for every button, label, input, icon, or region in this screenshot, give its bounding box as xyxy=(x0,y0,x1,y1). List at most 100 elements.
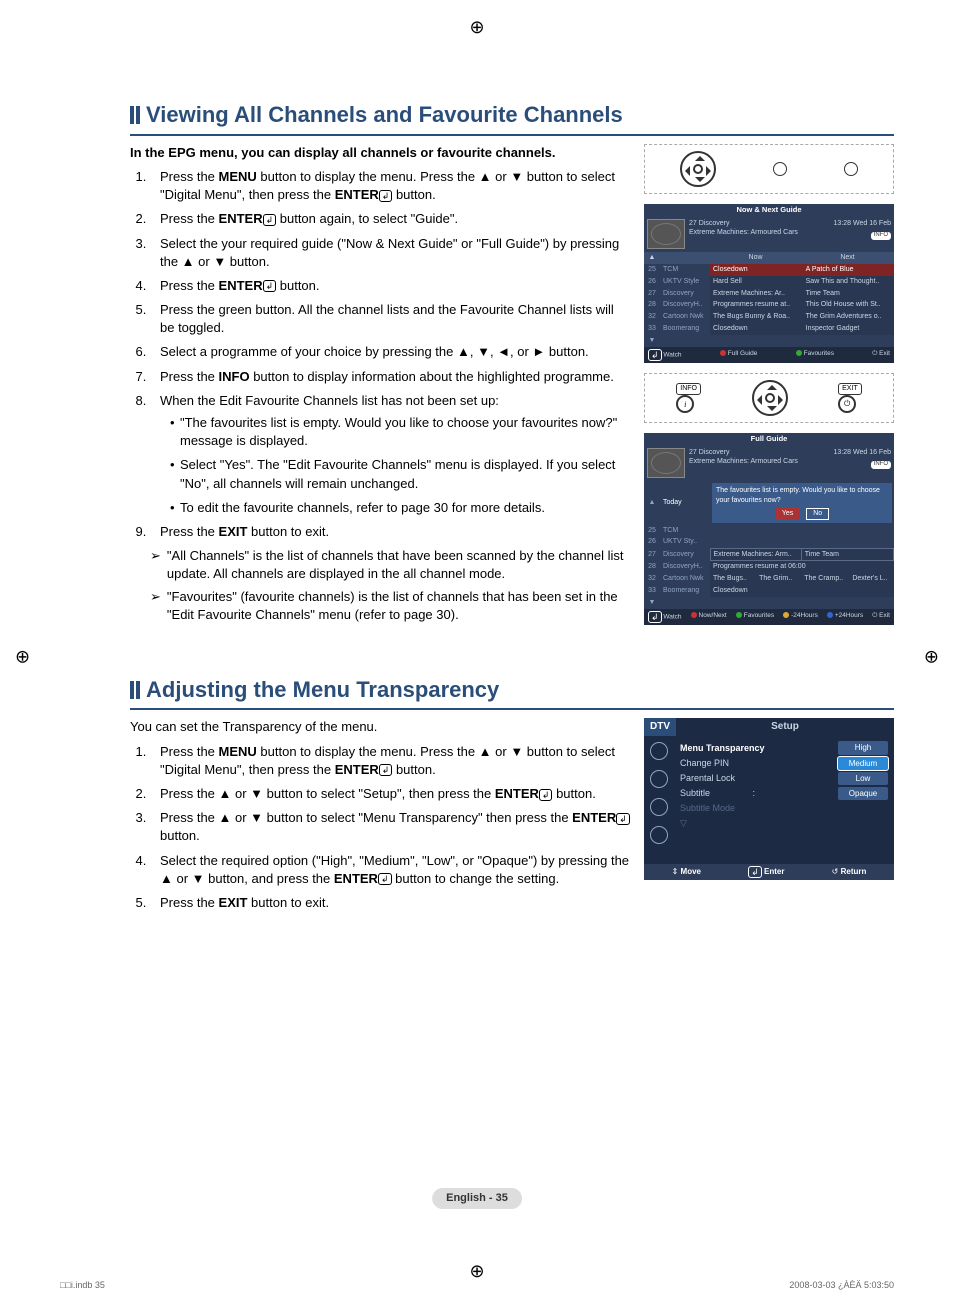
setup-item-change-pin[interactable]: Change PIN Medium xyxy=(680,756,888,771)
footer-left: □□i.indb 35 xyxy=(60,1279,105,1292)
setup-category-icon xyxy=(650,826,668,844)
remote-diagram-1 xyxy=(644,144,894,194)
note-arrow-icon: ➢ xyxy=(150,547,161,583)
exit-icon: ⏻ xyxy=(838,395,856,413)
epg1-row[interactable]: 28DiscoveryH..Programmes resume at..This… xyxy=(644,299,894,311)
remote-button-icon xyxy=(844,162,858,176)
note-arrow-icon: ➢ xyxy=(150,588,161,624)
registration-mark-right: ⊕ xyxy=(924,644,939,669)
option-low[interactable]: Low xyxy=(838,772,888,785)
epg2-programme: Extreme Machines: Armoured Cars xyxy=(689,457,798,466)
step-9: Press the EXIT button to exit. xyxy=(150,523,630,541)
step-5: Press the green button. All the channel … xyxy=(150,301,630,337)
note-1: ➢ "All Channels" is the list of channels… xyxy=(150,547,630,583)
registration-mark-top: ⊕ xyxy=(469,15,484,40)
s2-step-3: Press the ▲ or ▼ button to select "Menu … xyxy=(150,809,630,845)
setup-item-parental-lock[interactable]: Parental Lock Low xyxy=(680,771,888,786)
enter-icon: ↲ xyxy=(616,813,630,825)
epg2-footer: ↲ Watch Now/Next Favourites -24Hours +24… xyxy=(644,609,894,625)
step-8-bullet-1: "The favourites list is empty. Would you… xyxy=(170,414,630,450)
info-badge: INFO xyxy=(871,461,891,469)
epg-thumbnail xyxy=(647,448,685,478)
remote-diagram-2: INFO i EXIT ⏻ xyxy=(644,373,894,423)
step-7: Press the INFO button to display informa… xyxy=(150,368,630,386)
setup-category-icon xyxy=(650,798,668,816)
epg1-footer: ↲ Watch Full Guide Favourites ⏻ Exit xyxy=(644,347,894,363)
epg1-row[interactable]: 33BoomerangClosedownInspector Gadget xyxy=(644,323,894,335)
no-button[interactable]: No xyxy=(806,508,829,520)
epg1-row[interactable]: 25TCMClosedownA Patch of Blue xyxy=(644,264,894,276)
epg2-row[interactable]: 28DiscoveryH..Programmes resume at 06:00 xyxy=(644,561,894,573)
epg2-time: 13:28 Wed 16 Feb xyxy=(834,448,891,457)
section2-title: Adjusting the Menu Transparency xyxy=(146,675,499,706)
epg2-row[interactable]: 25TCM xyxy=(644,525,894,537)
epg1-row[interactable]: 27DiscoveryExtreme Machines: Ar..Time Te… xyxy=(644,288,894,300)
epg2-channel: 27 Discovery xyxy=(689,448,798,457)
option-opaque[interactable]: Opaque xyxy=(838,787,888,800)
step-1: Press the MENU button to display the men… xyxy=(150,168,630,204)
enter-icon: ↲ xyxy=(379,190,393,202)
s2-step-4: Select the required option ("High", "Med… xyxy=(150,852,630,888)
epg1-programme: Extreme Machines: Armoured Cars xyxy=(689,228,798,237)
dtv-badge: DTV xyxy=(644,718,676,736)
enter-icon: ↲ xyxy=(379,764,393,776)
section1-title: Viewing All Channels and Favourite Chann… xyxy=(146,100,623,131)
step-6: Select a programme of your choice by pre… xyxy=(150,343,630,361)
remote-button-icon xyxy=(773,162,787,176)
epg1-title: Now & Next Guide xyxy=(644,204,894,217)
note-2: ➢ "Favourites" (favourite channels) is t… xyxy=(150,588,630,624)
option-high[interactable]: High xyxy=(838,741,888,754)
epg1-row[interactable]: 26UKTV StyleHard SellSaw This and Though… xyxy=(644,276,894,288)
section-decoration-bars xyxy=(130,106,140,124)
setup-item-transparency[interactable]: Menu Transparency High xyxy=(680,740,888,755)
setup-item-subtitle[interactable]: Subtitle : Opaque xyxy=(680,786,888,801)
section1-title-bar: Viewing All Channels and Favourite Chann… xyxy=(130,100,894,136)
s2-step-2: Press the ▲ or ▼ button to select "Setup… xyxy=(150,785,630,803)
enter-icon: ↲ xyxy=(263,214,277,226)
setup-category-icon xyxy=(650,742,668,760)
section2-title-bar: Adjusting the Menu Transparency xyxy=(130,675,894,711)
epg2-table: ▲ Today The favourites list is empty. Wo… xyxy=(644,481,894,524)
epg2-title: Full Guide xyxy=(644,433,894,446)
setup-category-icon xyxy=(650,770,668,788)
setup-title: Setup xyxy=(676,718,894,736)
epg1-time: 13:28 Wed 16 Feb xyxy=(834,219,891,228)
section2-intro: You can set the Transparency of the menu… xyxy=(130,718,630,736)
favourites-confirm-dialog: The favourites list is empty. Would you … xyxy=(712,483,892,522)
s2-step-5: Press the EXIT button to exit. xyxy=(150,894,630,912)
epg1-row[interactable]: 32Cartoon NwkThe Bugs Bunny & Roa..The G… xyxy=(644,311,894,323)
epg2-row[interactable]: 33BoomerangClosedown xyxy=(644,585,894,597)
step-8: When the Edit Favourite Channels list ha… xyxy=(150,392,630,517)
epg1-table: ▲NowNext xyxy=(644,252,894,264)
page-number: English - 35 xyxy=(432,1188,522,1209)
footer-right: 2008-03-03 ¿ÀÈÄ 5:03:50 xyxy=(789,1279,894,1292)
dpad-icon xyxy=(680,151,716,187)
setup-nav-down-arrow: ▽ xyxy=(680,816,888,831)
step-4: Press the ENTER↲ button. xyxy=(150,277,630,295)
epg-full-guide-panel: Full Guide 27 Discovery Extreme Machines… xyxy=(644,433,894,625)
setup-item-subtitle-mode: Subtitle Mode xyxy=(680,801,888,816)
s2-step-1: Press the MENU button to display the men… xyxy=(150,743,630,779)
epg-now-next-panel: Now & Next Guide 27 Discovery Extreme Ma… xyxy=(644,204,894,363)
enter-icon: ↲ xyxy=(378,873,392,885)
setup-footer: ⇕ Move ↲ Enter ↺ Return xyxy=(644,864,894,880)
epg1-channel: 27 Discovery xyxy=(689,219,798,228)
info-button-label: INFO xyxy=(676,383,701,395)
epg2-row[interactable]: 32Cartoon NwkThe Bugs..The Grim..The Cra… xyxy=(644,573,894,585)
enter-icon: ↲ xyxy=(263,280,277,292)
option-medium[interactable]: Medium xyxy=(838,757,888,770)
info-badge: INFO xyxy=(871,232,891,240)
exit-button-label: EXIT xyxy=(838,383,862,395)
epg-thumbnail xyxy=(647,219,685,249)
step-8-bullet-2: Select "Yes". The "Edit Favourite Channe… xyxy=(170,456,630,492)
registration-mark-left: ⊕ xyxy=(15,644,30,669)
setup-menu-panel: DTV Setup Menu Transparency High xyxy=(644,718,894,880)
epg2-row[interactable]: 27DiscoveryExtreme Machines: Arm..Time T… xyxy=(644,548,894,561)
section-decoration-bars xyxy=(130,681,140,699)
print-footer: □□i.indb 35 2008-03-03 ¿ÀÈÄ 5:03:50 xyxy=(60,1279,894,1292)
section1-intro: In the EPG menu, you can display all cha… xyxy=(130,144,630,162)
enter-icon: ↲ xyxy=(539,789,553,801)
step-2: Press the ENTER↲ button again, to select… xyxy=(150,210,630,228)
epg2-row[interactable]: 26UKTV Sty.. xyxy=(644,536,894,548)
yes-button[interactable]: Yes xyxy=(775,508,800,520)
